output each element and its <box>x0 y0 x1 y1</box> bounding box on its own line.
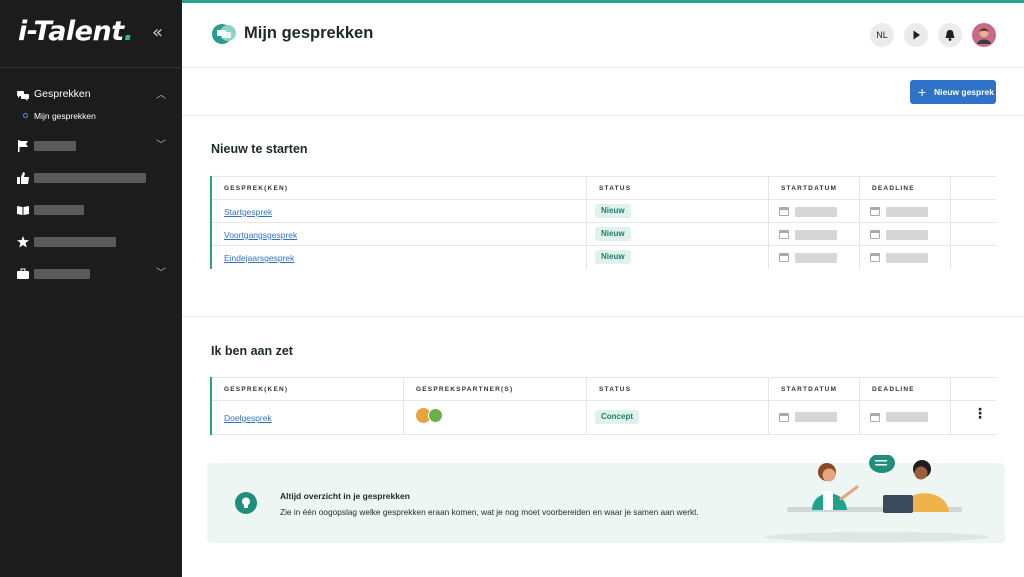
section-divider <box>182 316 1024 317</box>
new-conversation-label: Nieuw gesprek <box>934 87 994 97</box>
chat-bubbles-icon <box>17 91 29 101</box>
status-badge: Nieuw <box>595 250 631 264</box>
lightbulb-icon <box>235 492 257 514</box>
sidebar-subitem-mijn-gesprekken[interactable]: Mijn gesprekken <box>0 108 182 126</box>
status-badge: Concept <box>595 410 639 424</box>
bullet-icon <box>23 113 28 118</box>
table-row: Eindejaarsgesprek Nieuw <box>212 246 996 269</box>
conversation-link[interactable]: Eindejaarsgesprek <box>224 253 294 263</box>
redacted-date <box>886 207 928 217</box>
sidebar-item-flag[interactable]: ﹀ <box>0 132 182 164</box>
calendar-icon <box>870 207 880 216</box>
conversation-illustration <box>765 455 989 542</box>
bell-icon <box>945 30 955 41</box>
banner-text: Zie in één oogopslag welke gesprekken er… <box>280 507 699 517</box>
table-turn: GESPREK(KEN) GESPREKSPARTNER(S) STATUS S… <box>210 377 996 435</box>
section-title-new: Nieuw te starten <box>211 142 308 156</box>
calendar-icon <box>779 207 789 216</box>
conversations-icon <box>212 24 236 44</box>
logo-row: i-Talent. « <box>0 0 182 68</box>
collapse-sidebar-button[interactable]: « <box>152 22 163 43</box>
calendar-icon <box>870 230 880 239</box>
calendar-icon <box>779 253 789 262</box>
more-options-icon[interactable]: ⋮ <box>973 407 987 421</box>
chevron-up-icon[interactable]: ︿ <box>156 86 166 101</box>
column-header: STATUS <box>599 185 632 192</box>
flag-icon <box>18 140 28 152</box>
table-row: Doelgesprek Concept ⋮ <box>212 401 996 435</box>
plus-icon: + <box>918 84 927 100</box>
partner-avatar[interactable] <box>428 408 443 423</box>
column-header: GESPREKSPARTNER(S) <box>416 386 514 393</box>
redacted-label <box>34 173 146 183</box>
redacted-label <box>34 269 90 279</box>
redacted-date <box>795 207 837 217</box>
sidebar: i-Talent. « Gesprekken ︿ Mijn gesprekken… <box>0 0 182 577</box>
play-button[interactable] <box>904 23 928 47</box>
conversation-link[interactable]: Doelgesprek <box>224 413 272 423</box>
sidebar-item-label: Gesprekken <box>34 88 91 100</box>
calendar-icon <box>779 230 789 239</box>
column-header: STARTDATUM <box>781 185 838 192</box>
column-header: DEADLINE <box>872 185 915 192</box>
sidebar-nav: Gesprekken ︿ Mijn gesprekken ﹀ ﹀ <box>0 82 182 292</box>
redacted-date <box>886 412 928 422</box>
info-banner: Altijd overzicht in je gesprekken Zie in… <box>207 455 1005 543</box>
play-icon <box>913 30 920 40</box>
calendar-icon <box>870 413 880 422</box>
column-header: STARTDATUM <box>781 386 838 393</box>
book-icon <box>17 206 29 215</box>
column-header: DEADLINE <box>872 386 915 393</box>
status-badge: Nieuw <box>595 227 631 241</box>
table-header-row: GESPREK(KEN) STATUS STARTDATUM DEADLINE <box>212 176 996 200</box>
table-row: Startgesprek Nieuw <box>212 200 996 223</box>
table-row: Voortgangsgesprek Nieuw <box>212 223 996 246</box>
status-badge: Nieuw <box>595 204 631 218</box>
sidebar-subitem-label: Mijn gesprekken <box>34 111 96 121</box>
redacted-date <box>795 412 837 422</box>
briefcase-icon <box>17 268 29 279</box>
column-header: GESPREK(KEN) <box>224 386 289 393</box>
table-header-row: GESPREK(KEN) GESPREKSPARTNER(S) STATUS S… <box>212 377 996 401</box>
sidebar-item-book[interactable] <box>0 196 182 228</box>
sidebar-item-star[interactable] <box>0 228 182 260</box>
redacted-label <box>34 141 76 151</box>
column-header: STATUS <box>599 386 632 393</box>
sidebar-item-briefcase[interactable]: ﹀ <box>0 260 182 292</box>
avatar-icon <box>977 28 991 44</box>
sidebar-item-thumbs[interactable] <box>0 164 182 196</box>
conversation-link[interactable]: Voortgangsgesprek <box>224 230 297 240</box>
redacted-date <box>886 230 928 240</box>
redacted-label <box>34 205 84 215</box>
calendar-icon <box>779 413 789 422</box>
page-title: Mijn gesprekken <box>244 24 374 42</box>
redacted-date <box>795 253 837 263</box>
conversation-link[interactable]: Startgesprek <box>224 207 272 217</box>
thumbs-up-icon <box>17 172 29 184</box>
language-button[interactable]: NL <box>870 23 894 47</box>
redacted-label <box>34 237 116 247</box>
user-avatar[interactable] <box>972 23 996 47</box>
section-title-turn: Ik ben aan zet <box>211 344 293 358</box>
banner-title: Altijd overzicht in je gesprekken <box>280 491 410 501</box>
chevron-down-icon[interactable]: ﹀ <box>156 136 166 151</box>
calendar-icon <box>870 253 880 262</box>
chevron-down-icon[interactable]: ﹀ <box>156 264 166 279</box>
new-conversation-button[interactable]: + Nieuw gesprek <box>910 80 996 104</box>
top-bar: Mijn gesprekken NL <box>182 3 1024 68</box>
action-row: + Nieuw gesprek <box>182 68 1024 116</box>
notifications-button[interactable] <box>938 23 962 47</box>
app-logo[interactable]: i-Talent. <box>18 16 134 47</box>
redacted-date <box>886 253 928 263</box>
table-new: GESPREK(KEN) STATUS STARTDATUM DEADLINE … <box>210 176 996 269</box>
redacted-date <box>795 230 837 240</box>
column-header: GESPREK(KEN) <box>224 185 289 192</box>
star-icon <box>17 236 29 248</box>
